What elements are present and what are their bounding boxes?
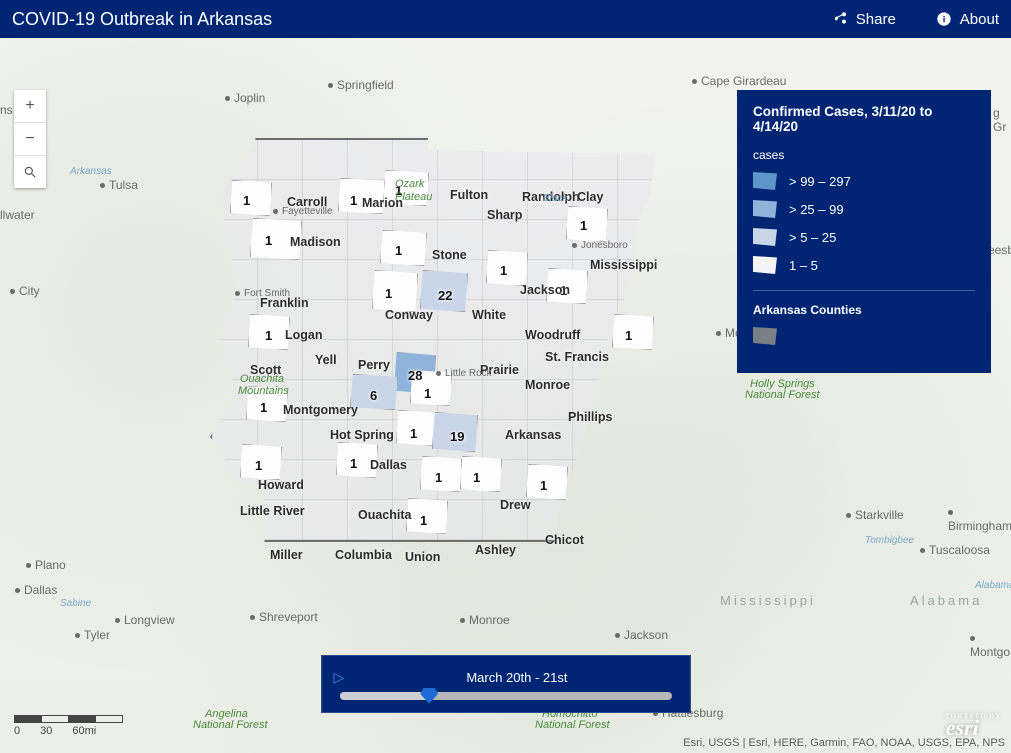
legend-subtitle: cases <box>753 148 975 162</box>
legend-range-label: > 25 – 99 <box>789 202 844 217</box>
play-button[interactable]: ▷ <box>334 669 345 686</box>
case-patch <box>338 178 385 214</box>
share-icon <box>832 11 848 27</box>
time-label: March 20th - 21st <box>354 670 679 685</box>
case-patch <box>380 230 427 266</box>
legend-counties-label: Arkansas Counties <box>753 303 975 317</box>
case-patch <box>240 444 282 480</box>
time-fill <box>340 692 430 700</box>
about-label: About <box>960 11 999 28</box>
case-patch <box>486 250 528 286</box>
zoom-controls: + − <box>14 90 46 188</box>
case-patch <box>546 268 588 304</box>
legend-counties-swatch <box>753 327 777 345</box>
case-patch <box>420 270 468 312</box>
case-patch <box>372 270 418 312</box>
legend-swatch <box>753 172 777 190</box>
legend-swatch <box>753 256 777 274</box>
search-button[interactable] <box>14 156 46 188</box>
legend-row: 1 – 5 <box>753 256 975 274</box>
legend-swatch <box>753 200 777 218</box>
time-track[interactable] <box>340 692 672 700</box>
case-patch <box>246 386 288 422</box>
time-slider: ▷ March 20th - 21st <box>321 655 691 713</box>
app-header: COVID-19 Outbreak in Arkansas Share i Ab… <box>0 0 1011 38</box>
about-button[interactable]: i About <box>936 11 999 28</box>
case-patch <box>566 206 608 242</box>
legend-row: > 99 – 297 <box>753 172 975 190</box>
zoom-in-button[interactable]: + <box>14 90 46 123</box>
case-patch <box>420 456 462 492</box>
legend-row: > 25 – 99 <box>753 200 975 218</box>
legend-range-label: > 5 – 25 <box>789 230 836 245</box>
share-button[interactable]: Share <box>832 11 896 28</box>
time-thumb[interactable] <box>420 688 438 704</box>
search-icon <box>23 165 37 179</box>
map-view[interactable]: 111111112211128116119111111 CarrollMario… <box>0 38 1011 753</box>
legend-swatch <box>753 228 777 246</box>
case-patch <box>383 170 429 206</box>
legend-row: > 5 – 25 <box>753 228 975 246</box>
case-patch <box>432 412 478 452</box>
zoom-out-button[interactable]: − <box>14 123 46 156</box>
svg-text:i: i <box>943 14 946 24</box>
case-patch <box>460 456 502 492</box>
case-patch <box>230 180 272 216</box>
case-patch <box>612 314 654 350</box>
case-patch <box>406 498 448 534</box>
app-title: COVID-19 Outbreak in Arkansas <box>12 9 272 30</box>
legend-panel: Confirmed Cases, 3/11/20 to 4/14/20 case… <box>737 90 991 373</box>
case-patch <box>336 442 378 478</box>
case-patch <box>396 410 438 446</box>
case-patch <box>248 314 290 350</box>
case-patch <box>350 374 398 410</box>
legend-range-label: 1 – 5 <box>789 258 818 273</box>
info-icon: i <box>936 11 952 27</box>
legend-range-label: > 99 – 297 <box>789 174 851 189</box>
legend-title: Confirmed Cases, 3/11/20 to 4/14/20 <box>753 104 975 134</box>
case-patch <box>250 218 302 260</box>
case-patch <box>410 370 452 406</box>
share-label: Share <box>856 11 896 28</box>
case-patch <box>526 464 568 500</box>
